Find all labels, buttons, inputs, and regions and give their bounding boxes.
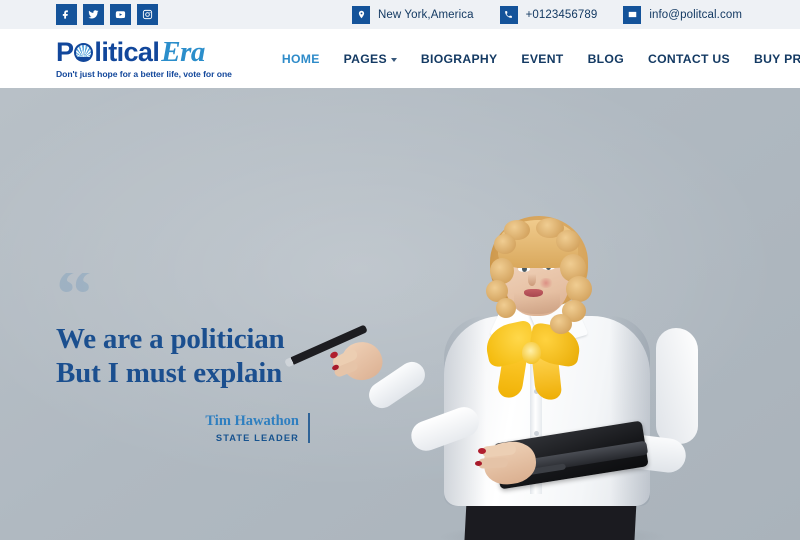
contact-phone[interactable]: +0123456789 bbox=[499, 5, 598, 24]
logo-era-text: Era bbox=[161, 36, 205, 69]
nav-item-biography-label: BIOGRAPHY bbox=[420, 51, 498, 66]
hero-attribution-text: Tim Hawathon STATE LEADER bbox=[205, 413, 299, 443]
hero-author-name: Tim Hawathon bbox=[205, 412, 299, 429]
photo-nose bbox=[528, 274, 536, 286]
photo-nail bbox=[478, 448, 486, 454]
nav-item-home-label: HOME bbox=[281, 51, 320, 66]
nav-item-pages-label: PAGES bbox=[343, 51, 387, 66]
photo-nail bbox=[475, 461, 482, 466]
nav-item-contact-us[interactable]: CONTACT US bbox=[648, 52, 730, 66]
hero-author-role: STATE LEADER bbox=[215, 432, 299, 443]
photo-blush bbox=[538, 278, 554, 288]
instagram-icon[interactable] bbox=[137, 4, 158, 25]
photo-hair-curl bbox=[494, 234, 516, 254]
photo-hair-curl bbox=[496, 298, 516, 318]
nav-item-home[interactable]: HOME bbox=[282, 52, 320, 66]
nav-item-biography[interactable]: BIOGRAPHY bbox=[421, 52, 498, 66]
main-nav: HOME PAGES BIOGRAPHY EVENT BLOG CONTACT … bbox=[282, 52, 800, 66]
hero-banner: “ We are a politician But I must explain… bbox=[0, 88, 800, 540]
photo-right-finger bbox=[477, 457, 509, 469]
envelope-icon bbox=[623, 5, 642, 24]
hero-attribution: Tim Hawathon STATE LEADER bbox=[56, 412, 316, 443]
photo-hair-curl bbox=[550, 314, 572, 334]
hero-headline: We are a politician But I must explain bbox=[56, 323, 285, 389]
contact-phone-text: +0123456789 bbox=[525, 8, 598, 21]
site-logo[interactable]: P litical Era Don't just hope for a bett… bbox=[56, 38, 232, 79]
top-bar: New York,America +0123456789 info@politc… bbox=[0, 0, 800, 29]
photo-shirt-shadow-right bbox=[610, 316, 650, 506]
location-pin-icon bbox=[352, 5, 371, 24]
logo-wordmark: P litical Era bbox=[56, 38, 232, 67]
logo-tagline: Don't just hope for a better life, vote … bbox=[56, 69, 232, 80]
nav-item-buy-pro-label: BUY PRO bbox=[753, 51, 800, 66]
chevron-down-icon bbox=[390, 57, 397, 62]
quote-mark-icon: “ bbox=[56, 273, 93, 319]
phone-icon bbox=[499, 5, 518, 24]
nav-item-event[interactable]: EVENT bbox=[521, 52, 563, 66]
photo-shirt-button bbox=[534, 431, 539, 436]
nav-item-blog-label: BLOG bbox=[587, 51, 624, 66]
facebook-icon[interactable] bbox=[56, 4, 77, 25]
nav-item-blog[interactable]: BLOG bbox=[588, 52, 624, 66]
nav-item-event-label: EVENT bbox=[521, 51, 564, 66]
logo-mid-text: litical bbox=[94, 37, 160, 68]
hero-speaker-photo bbox=[284, 140, 708, 540]
photo-right-arm-upper bbox=[656, 328, 698, 444]
nav-item-contact-us-label: CONTACT US bbox=[647, 51, 730, 66]
youtube-icon[interactable] bbox=[110, 4, 131, 25]
contact-email[interactable]: info@politcal.com bbox=[623, 5, 742, 24]
social-links bbox=[56, 4, 158, 25]
logo-pre-text: P bbox=[56, 37, 74, 68]
nav-item-buy-pro[interactable]: BUY PRO bbox=[754, 52, 800, 66]
site-header: P litical Era Don't just hope for a bett… bbox=[0, 29, 800, 88]
contact-location-text: New York,America bbox=[378, 8, 474, 21]
twitter-icon[interactable] bbox=[83, 4, 104, 25]
contact-info: New York,America +0123456789 info@politc… bbox=[352, 5, 742, 24]
photo-hair-curl bbox=[556, 230, 580, 252]
contact-email-text: info@politcal.com bbox=[649, 8, 742, 21]
photo-bowtie-knot bbox=[522, 342, 541, 364]
nav-item-pages[interactable]: PAGES bbox=[344, 52, 397, 66]
attribution-divider bbox=[308, 412, 310, 443]
photo-hair-curl bbox=[566, 276, 592, 302]
hero-quote-block: “ We are a politician But I must explain… bbox=[56, 273, 316, 443]
photo-lips bbox=[524, 289, 543, 297]
sunburst-icon bbox=[74, 43, 94, 63]
contact-location[interactable]: New York,America bbox=[352, 5, 474, 24]
